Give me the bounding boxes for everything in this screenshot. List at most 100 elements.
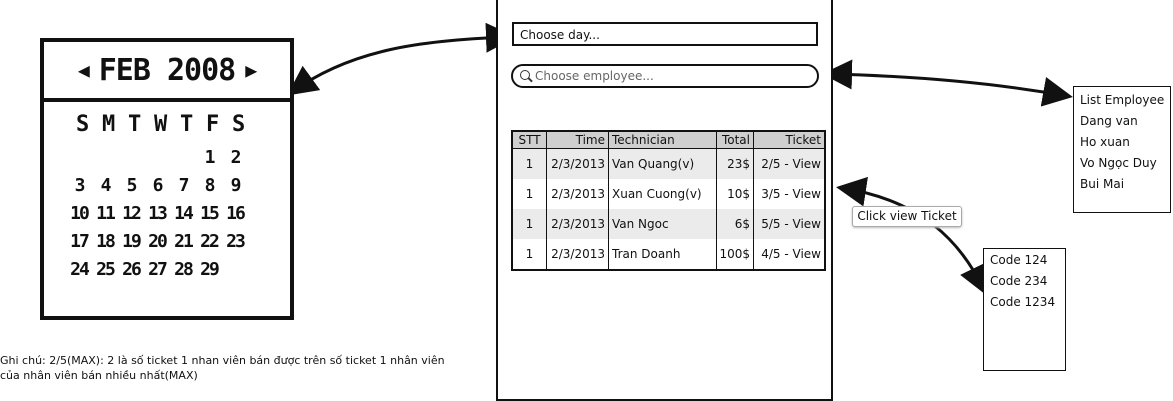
- calendar-day[interactable]: 20: [144, 231, 170, 255]
- cell-stt: 1: [513, 149, 547, 179]
- calendar-day[interactable]: 28: [170, 259, 196, 283]
- ticket-code-list-popover: Code 124 Code 234 Code 1234: [983, 248, 1066, 371]
- calendar-day[interactable]: 13: [144, 203, 170, 227]
- calendar-day[interactable]: 6: [144, 175, 170, 199]
- ticket-code-item[interactable]: Code 234: [984, 271, 1065, 292]
- calendar-day[interactable]: 4: [92, 175, 118, 199]
- calendar-day[interactable]: 14: [170, 203, 196, 227]
- calendar-weekdays: S M T W T F S: [76, 112, 286, 137]
- cell-time: 2/3/2013: [547, 179, 609, 209]
- cell-stt: 1: [513, 179, 547, 209]
- next-month-icon[interactable]: ▶: [245, 58, 257, 82]
- cell-stt: 1: [513, 239, 547, 269]
- cell-time: 2/3/2013: [547, 149, 609, 179]
- weekday-label: W: [154, 112, 168, 137]
- cell-stt: 1: [513, 209, 547, 239]
- calendar-day[interactable]: 19: [118, 231, 144, 255]
- weekday-label: M: [102, 112, 116, 137]
- calendar-day[interactable]: 27: [144, 259, 170, 283]
- calendar-day[interactable]: 23: [222, 231, 248, 255]
- calendar-day[interactable]: 29: [196, 259, 222, 283]
- table-row: 1 2/3/2013 Van Quang(v) 23$ 2/5 - View: [513, 149, 824, 179]
- calendar-day-grid: 1 2 3 4 5 6 7 8 9 10 11 12 13 14 15 16 17 18 19 20 21 22 23 24 2…: [66, 147, 286, 283]
- cell-total: 6$: [717, 209, 754, 239]
- weekday-label: S: [232, 112, 246, 137]
- header-ticket: Ticket: [754, 132, 824, 149]
- previous-month-icon[interactable]: ◀: [78, 58, 90, 82]
- calendar-day[interactable]: 26: [118, 259, 144, 283]
- calendar-day[interactable]: 15: [196, 203, 222, 227]
- table-header-row: STT Time Technician Total Ticket: [513, 132, 824, 149]
- calendar-day[interactable]: 16: [222, 203, 248, 227]
- table-row: 1 2/3/2013 Tran Doanh 100$ 4/5 - View: [513, 239, 824, 269]
- calendar-day: [118, 147, 144, 171]
- header-stt: STT: [513, 132, 547, 149]
- cell-ticket-view-link[interactable]: 3/5 - View: [754, 179, 824, 209]
- calendar-day[interactable]: 24: [66, 259, 92, 283]
- click-view-ticket-tooltip: Click view Ticket: [852, 206, 962, 227]
- cell-technician: Xuan Cuong(v): [609, 179, 717, 209]
- header-time: Time: [547, 132, 609, 149]
- calendar-day: [92, 147, 118, 171]
- ticket-table: STT Time Technician Total Ticket 1 2/3/2…: [511, 130, 826, 271]
- table-to-code-list-arrow: [836, 176, 988, 296]
- note-text: Ghi chú: 2/5(MAX): 2 là số ticket 1 nhan…: [0, 353, 490, 383]
- weekday-label: F: [206, 112, 220, 137]
- employee-list-item[interactable]: Dang van: [1074, 111, 1170, 132]
- note-line-2: của nhân viên bán nhiều nhất(MAX): [0, 369, 198, 382]
- calendar-day[interactable]: 11: [92, 203, 118, 227]
- employee-search-placeholder: Choose employee...: [535, 69, 654, 83]
- calendar-day[interactable]: 5: [118, 175, 144, 199]
- calendar-day[interactable]: 7: [170, 175, 196, 199]
- cell-time: 2/3/2013: [547, 239, 609, 269]
- calendar-day[interactable]: 8: [196, 175, 222, 199]
- search-icon: [520, 70, 530, 80]
- calendar-day[interactable]: 21: [170, 231, 196, 255]
- calendar-month-year: FEB 2008: [98, 52, 236, 88]
- cell-ticket-view-link[interactable]: 2/5 - View: [754, 149, 824, 179]
- calendar-day: [170, 147, 196, 171]
- weekday-label: T: [128, 112, 142, 137]
- cell-total: 23$: [717, 149, 754, 179]
- employee-search-input[interactable]: Choose employee...: [511, 64, 819, 88]
- calendar-widget: ◀ FEB 2008 ▶ S M T W T F S 1 2 3 4 5 6 7 8 9 10 11…: [40, 38, 294, 320]
- ticket-code-item[interactable]: Code 1234: [984, 292, 1065, 313]
- header-total: Total: [717, 132, 754, 149]
- ticket-code-item[interactable]: Code 124: [984, 250, 1065, 271]
- calendar-day[interactable]: 12: [118, 203, 144, 227]
- cell-ticket-view-link[interactable]: 4/5 - View: [754, 239, 824, 269]
- calendar-day[interactable]: 10: [66, 203, 92, 227]
- calendar-day[interactable]: 18: [92, 231, 118, 255]
- cell-time: 2/3/2013: [547, 209, 609, 239]
- cell-total: 100$: [717, 239, 754, 269]
- calendar-day[interactable]: 22: [196, 231, 222, 255]
- cell-technician: Van Quang(v): [609, 149, 717, 179]
- employee-list-popover: List Employee Dang van Ho xuan Vo Ngọc D…: [1073, 86, 1171, 213]
- calendar-day: [222, 259, 248, 283]
- calendar-day[interactable]: 1: [196, 147, 222, 171]
- weekday-label: S: [76, 112, 90, 137]
- cell-technician: Tran Doanh: [609, 239, 717, 269]
- employee-list-item[interactable]: Ho xuan: [1074, 132, 1170, 153]
- employee-search-to-list-arrow: [822, 59, 1073, 107]
- weekday-label: T: [180, 112, 194, 137]
- table-row: 1 2/3/2013 Van Ngoc 6$ 5/5 - View: [513, 209, 824, 239]
- employee-list-header: List Employee: [1080, 93, 1165, 107]
- calendar-day[interactable]: 17: [66, 231, 92, 255]
- cell-total: 10$: [717, 179, 754, 209]
- calendar-body: S M T W T F S 1 2 3 4 5 6 7 8 9 10 11 12 13 14 15 16 17 1…: [66, 112, 286, 283]
- note-line-1: Ghi chú: 2/5(MAX): 2 là số ticket 1 nhan…: [0, 354, 445, 367]
- choose-day-input[interactable]: Choose day...: [512, 22, 818, 46]
- calendar-day: [144, 147, 170, 171]
- calendar-day[interactable]: 25: [92, 259, 118, 283]
- calendar-day: [66, 147, 92, 171]
- header-technician: Technician: [609, 132, 717, 149]
- employee-list-item[interactable]: Bui Mai: [1074, 174, 1170, 195]
- cell-technician: Van Ngoc: [609, 209, 717, 239]
- cell-ticket-view-link[interactable]: 5/5 - View: [754, 209, 824, 239]
- calendar-day[interactable]: 2: [222, 147, 248, 171]
- calendar-day[interactable]: 9: [222, 175, 248, 199]
- calendar-day[interactable]: 3: [66, 175, 92, 199]
- employee-list-item[interactable]: Vo Ngọc Duy: [1074, 153, 1170, 174]
- table-row: 1 2/3/2013 Xuan Cuong(v) 10$ 3/5 - View: [513, 179, 824, 209]
